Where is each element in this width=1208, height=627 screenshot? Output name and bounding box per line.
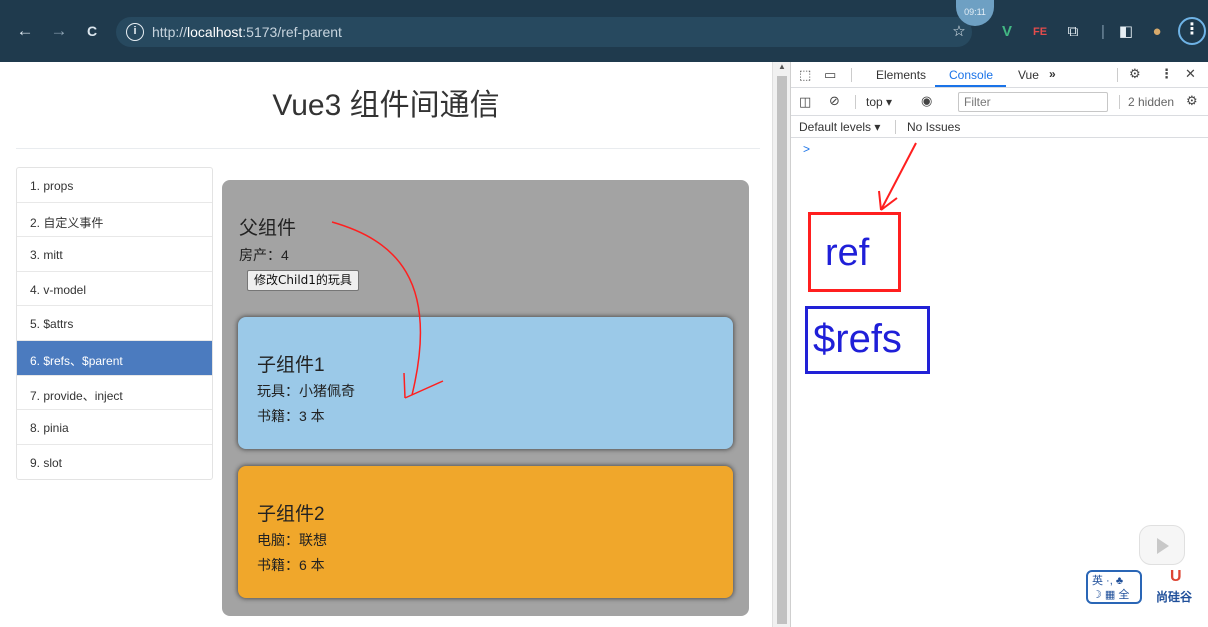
clear-console-icon[interactable]: ⊘ xyxy=(829,93,840,109)
sidebar-item-slot[interactable]: 9. slot xyxy=(17,445,212,480)
address-bar[interactable]: i http://localhost:5173/ref-parent xyxy=(116,17,972,47)
sidebar-item-refs-parent[interactable]: 6. $refs、$parent xyxy=(17,340,212,376)
child2-title: 子组件2 xyxy=(257,504,325,525)
brand-watermark: 尚硅谷 xyxy=(1156,590,1193,604)
vue-devtools-extension-icon[interactable]: V xyxy=(997,22,1017,42)
annotation-refs-box: $refs xyxy=(805,306,930,374)
profile-avatar-icon[interactable]: ● xyxy=(1147,22,1167,42)
close-devtools-icon[interactable]: ✕ xyxy=(1185,66,1196,82)
console-settings-gear-icon[interactable]: ⚙ xyxy=(1186,93,1198,109)
devtools-menu-icon[interactable]: ⋮ xyxy=(1160,66,1173,82)
tab-elements[interactable]: Elements xyxy=(876,68,926,82)
annotation-refs-text: $refs xyxy=(813,317,902,361)
child1-component: 子组件1 玩具：小猪佩奇 书籍：3 本 xyxy=(238,317,733,449)
more-tabs-icon[interactable]: » xyxy=(1049,67,1056,81)
play-icon[interactable] xyxy=(1157,538,1169,554)
scrollbar-thumb[interactable] xyxy=(777,76,787,624)
site-info-icon[interactable]: i xyxy=(126,23,144,41)
extensions-puzzle-icon[interactable]: ⧉ xyxy=(1063,22,1083,42)
browser-toolbar: ← → C i http://localhost:5173/ref-parent… xyxy=(0,0,1208,62)
url-text[interactable]: http://localhost:5173/ref-parent xyxy=(152,24,342,40)
sidebar-item-provide-inject[interactable]: 7. provide、inject xyxy=(17,376,212,411)
inspect-element-icon[interactable]: ⬚ xyxy=(799,67,811,83)
console-prompt[interactable]: > xyxy=(803,142,810,156)
settings-gear-icon[interactable]: ⚙ xyxy=(1129,66,1141,82)
bookmark-star-icon[interactable]: ☆ xyxy=(949,22,969,42)
page-title: Vue3 组件间通信 xyxy=(272,89,500,122)
hidden-messages-count[interactable]: 2 hidden xyxy=(1128,95,1174,109)
reload-icon[interactable]: C xyxy=(81,20,103,42)
sidebar-item-v-model[interactable]: 4. v-model xyxy=(17,272,212,307)
ime-status-widget: 英 ·, ♣ ☽ ▦ 全 U 尚硅谷 xyxy=(1086,568,1208,606)
devtools-separator xyxy=(851,68,852,82)
child1-books: 书籍：3 本 xyxy=(257,408,325,424)
device-toolbar-icon[interactable]: ▭ xyxy=(824,67,836,83)
devtools-separator xyxy=(855,95,856,109)
child1-toy: 玩具：小猪佩奇 xyxy=(257,383,355,399)
sidebar-toggle-icon[interactable]: ◫ xyxy=(799,94,811,110)
child2-component: 子组件2 电脑：联想 书籍：6 本 xyxy=(238,466,733,598)
annotation-ref-box: ref xyxy=(808,212,901,292)
sidebar-item-pinia[interactable]: 8. pinia xyxy=(17,410,212,445)
devtools-tabbar: ⬚ ▭ Elements Console Vue » ⚙ ⋮ ✕ xyxy=(791,62,1208,88)
side-panel-icon[interactable]: ◧ xyxy=(1116,22,1136,42)
chrome-menu-icon[interactable]: ⋮ xyxy=(1178,17,1206,45)
floating-player-bubble[interactable] xyxy=(1139,525,1185,565)
sidebar-item-attrs[interactable]: 5. $attrs xyxy=(17,306,212,341)
child2-computer: 电脑：联想 xyxy=(257,532,327,548)
parent-component: 父组件 房产：4 修改Child1的玩具 子组件1 玩具：小猪佩奇 书籍：3 本… xyxy=(222,180,749,616)
context-selector[interactable]: top ▾ xyxy=(866,95,892,109)
devtools-separator xyxy=(895,120,896,134)
log-levels-dropdown[interactable]: Default levels ▾ xyxy=(799,120,880,134)
modify-child1-toy-button[interactable]: 修改Child1的玩具 xyxy=(247,270,359,291)
tab-vue[interactable]: Vue xyxy=(1018,68,1039,82)
title-divider xyxy=(16,148,760,149)
brand-logo-icon: U xyxy=(1170,568,1182,585)
child2-books: 书籍：6 本 xyxy=(257,557,325,573)
fe-extension-icon[interactable]: FE xyxy=(1030,22,1050,42)
parent-title: 父组件 xyxy=(239,218,297,239)
web-page: Vue3 组件间通信 1. props 2. 自定义事件 3. mitt 4. … xyxy=(0,62,772,627)
ime-status-box[interactable]: 英 ·, ♣ ☽ ▦ 全 xyxy=(1086,570,1142,604)
console-levels-bar: Default levels ▾ No Issues xyxy=(791,116,1208,138)
sidebar-item-mitt[interactable]: 3. mitt xyxy=(17,237,212,272)
nav-sidebar: 1. props 2. 自定义事件 3. mitt 4. v-model 5. … xyxy=(16,167,213,481)
tab-console[interactable]: Console xyxy=(949,68,993,82)
sidebar-item-custom-event[interactable]: 2. 自定义事件 xyxy=(17,203,212,238)
forward-icon[interactable]: → xyxy=(48,20,70,42)
console-toolbar: ◫ ⊘ top ▾ ◉ Filter 2 hidden ⚙ xyxy=(791,88,1208,116)
ime-status-line2: ☽ ▦ 全 xyxy=(1092,589,1130,601)
devtools-separator xyxy=(1117,68,1118,82)
sidebar-item-props[interactable]: 1. props xyxy=(17,168,212,203)
toolbar-divider: | xyxy=(1101,23,1105,40)
annotation-ref-text: ref xyxy=(825,232,870,274)
ime-status-line1: 英 ·, ♣ xyxy=(1092,575,1124,587)
scroll-up-arrow-icon[interactable]: ▲ xyxy=(778,62,786,71)
child1-title: 子组件1 xyxy=(257,355,325,376)
back-icon[interactable]: ← xyxy=(14,20,36,42)
console-filter-input[interactable]: Filter xyxy=(958,92,1108,112)
active-tab-indicator xyxy=(935,85,1006,87)
page-scrollbar[interactable]: ▲ xyxy=(772,62,790,627)
devtools-separator xyxy=(1119,95,1120,109)
parent-house-count: 房产：4 xyxy=(239,247,289,263)
live-expression-eye-icon[interactable]: ◉ xyxy=(921,93,932,109)
issues-counter[interactable]: No Issues xyxy=(907,120,960,134)
